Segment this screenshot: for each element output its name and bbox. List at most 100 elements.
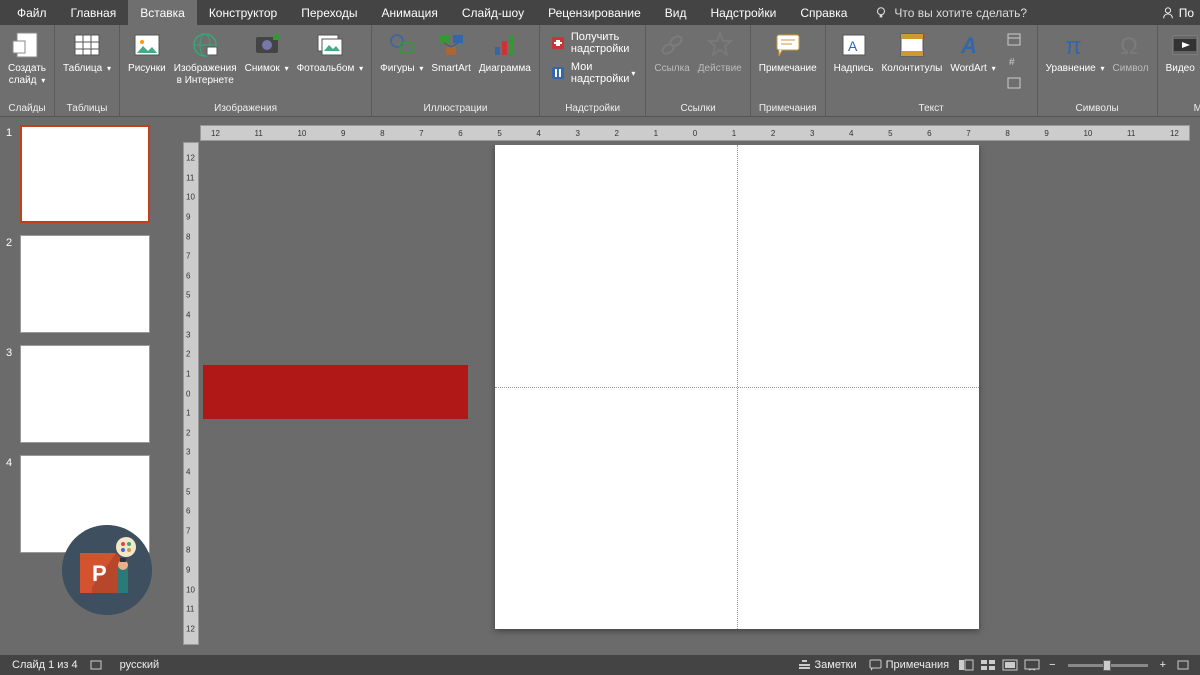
photo-album-button[interactable]: Фотоальбом ▾: [293, 27, 368, 77]
status-spellcheck-icon[interactable]: [84, 659, 114, 671]
ribbon-group-текст: AНадписьКолонтитулыAWordArt ▾ # Текст: [826, 25, 1038, 116]
thumb-preview: [20, 125, 150, 223]
chart-button[interactable]: Диаграмма: [475, 27, 535, 77]
ribbon-group-иллюстрации: Фигуры ▾SmartArtДиаграмма Иллюстрации: [372, 25, 540, 116]
ribbon-group-символы: πУравнение ▾ΩСимволСимволы: [1038, 25, 1158, 116]
svg-text:π: π: [1065, 33, 1082, 60]
thumb-number: 3: [6, 345, 20, 443]
lightbulb-icon: [874, 6, 888, 20]
view-slideshow-button[interactable]: [1021, 657, 1043, 673]
link-button: Ссылка: [650, 27, 693, 77]
svg-text:Ω: Ω: [1120, 33, 1138, 60]
new-slide-button[interactable]: Создать слайд ▾: [4, 27, 50, 89]
text-box-icon: A: [838, 29, 870, 61]
screenshot-button[interactable]: Снимок ▾: [241, 27, 293, 77]
symbol-icon: Ω: [1115, 29, 1147, 61]
online-pictures-icon: [189, 29, 221, 61]
zoom-in-button[interactable]: +: [1154, 659, 1172, 671]
wordart-button[interactable]: AWordArt ▾: [946, 27, 999, 77]
guide-horizontal: [495, 387, 979, 388]
group-label: Надстройки: [544, 102, 642, 116]
link-icon: [656, 29, 688, 61]
smartart-button[interactable]: SmartArt: [427, 27, 474, 77]
menu-tab-вставка[interactable]: Вставка: [128, 0, 197, 25]
photo-album-icon: [314, 29, 346, 61]
menu-tab-файл[interactable]: Файл: [5, 0, 59, 25]
notes-icon: [798, 659, 811, 671]
action-icon: [704, 29, 736, 61]
shapes-button[interactable]: Фигуры ▾: [376, 27, 427, 77]
thumb-preview: [20, 235, 150, 333]
video-button[interactable]: Видео ▾: [1162, 27, 1200, 77]
group-label: Примечания: [755, 102, 821, 116]
my-addins-icon: [550, 65, 566, 81]
status-comments[interactable]: Примечания: [863, 659, 956, 671]
group-label: Текст: [830, 102, 1033, 116]
ribbon-group-примечания: Примечание Примечания: [751, 25, 826, 116]
pictures-button[interactable]: Рисунки: [124, 27, 170, 77]
status-language[interactable]: русский: [114, 659, 165, 671]
get-addins-button[interactable]: Получить надстройки: [546, 29, 640, 57]
svg-text:#: #: [1009, 57, 1015, 68]
tell-me-search[interactable]: Что вы хотите сделать?: [874, 0, 1027, 25]
shapes-icon: [386, 29, 418, 61]
table-button[interactable]: Таблица ▾: [59, 27, 115, 77]
video-icon: [1169, 29, 1200, 61]
group-label: Иллюстрации: [376, 102, 535, 116]
object-button[interactable]: [1002, 73, 1031, 93]
menu-tab-главная[interactable]: Главная: [59, 0, 129, 25]
menu-tab-переходы[interactable]: Переходы: [289, 0, 369, 25]
comment-icon: [772, 29, 804, 61]
ribbon-group-слайды: Создать слайд ▾ Слайды: [0, 25, 55, 116]
menu-tab-надстройки[interactable]: Надстройки: [698, 0, 788, 25]
workspace: 1234 1211109876543210123456789101112 121…: [0, 117, 1200, 655]
menu-tab-вид[interactable]: Вид: [653, 0, 699, 25]
menu-tab-слайд-шоу[interactable]: Слайд-шоу: [450, 0, 536, 25]
slide-thumbnail-3[interactable]: 3: [0, 343, 175, 453]
menu-tab-рецензирование[interactable]: Рецензирование: [536, 0, 653, 25]
status-slide-number[interactable]: Слайд 1 из 4: [6, 659, 84, 671]
get-addins-icon: [550, 35, 566, 51]
slide-thumbnail-2[interactable]: 2: [0, 233, 175, 343]
view-reading-button[interactable]: [999, 657, 1021, 673]
zoom-slider[interactable]: [1068, 664, 1148, 667]
comment-icon: [869, 659, 882, 671]
view-normal-button[interactable]: [955, 657, 977, 673]
group-label: Слайды: [4, 102, 50, 116]
equation-button[interactable]: πУравнение ▾: [1042, 27, 1109, 77]
equation-icon: π: [1059, 29, 1091, 61]
thumb-preview: [20, 345, 150, 443]
status-notes[interactable]: Заметки: [792, 659, 863, 671]
menu-tab-анимация[interactable]: Анимация: [370, 0, 450, 25]
slide-thumbnail-1[interactable]: 1: [0, 123, 175, 233]
zoom-out-button[interactable]: −: [1043, 659, 1061, 671]
group-label: Изображения: [124, 102, 367, 116]
ribbon: Создать слайд ▾ Слайды Таблица ▾ Таблицы Рис…: [0, 25, 1200, 117]
share-button[interactable]: По: [1161, 0, 1194, 25]
view-sorter-button[interactable]: [977, 657, 999, 673]
group-label: Мультимедиа: [1162, 102, 1200, 116]
fit-to-window-button[interactable]: [1172, 657, 1194, 673]
ruler-vertical: 1211109876543210123456789101112: [183, 142, 199, 645]
group-label: Таблицы: [59, 102, 115, 116]
svg-text:P: P: [92, 561, 107, 586]
menu-tab-конструктор[interactable]: Конструктор: [197, 0, 289, 25]
comment-button[interactable]: Примечание: [755, 27, 821, 77]
group-label: Ссылки: [650, 102, 745, 116]
header-footer-button[interactable]: Колонтитулы: [877, 27, 946, 77]
text-box-button[interactable]: AНадпись: [830, 27, 878, 77]
wordart-icon: A: [957, 29, 989, 61]
ribbon-group-таблицы: Таблица ▾ Таблицы: [55, 25, 120, 116]
group-label: Символы: [1042, 102, 1153, 116]
slide-canvas[interactable]: [495, 145, 979, 629]
svg-text:A: A: [960, 33, 977, 58]
table-icon: [71, 29, 103, 61]
slide-number-button[interactable]: #: [1002, 51, 1031, 71]
ribbon-group-надстройки: Получить надстройкиМои надстройки ▾ Надст…: [540, 25, 647, 116]
slide-editor[interactable]: 1211109876543210123456789101112 12111098…: [175, 117, 1200, 655]
date-time-button[interactable]: [1002, 29, 1031, 49]
action-button: Действие: [694, 27, 746, 77]
menu-tab-справка[interactable]: Справка: [788, 0, 859, 25]
online-pictures-button[interactable]: Изображения в Интернете: [170, 27, 241, 89]
my-addins-button[interactable]: Мои надстройки ▾: [546, 59, 640, 87]
